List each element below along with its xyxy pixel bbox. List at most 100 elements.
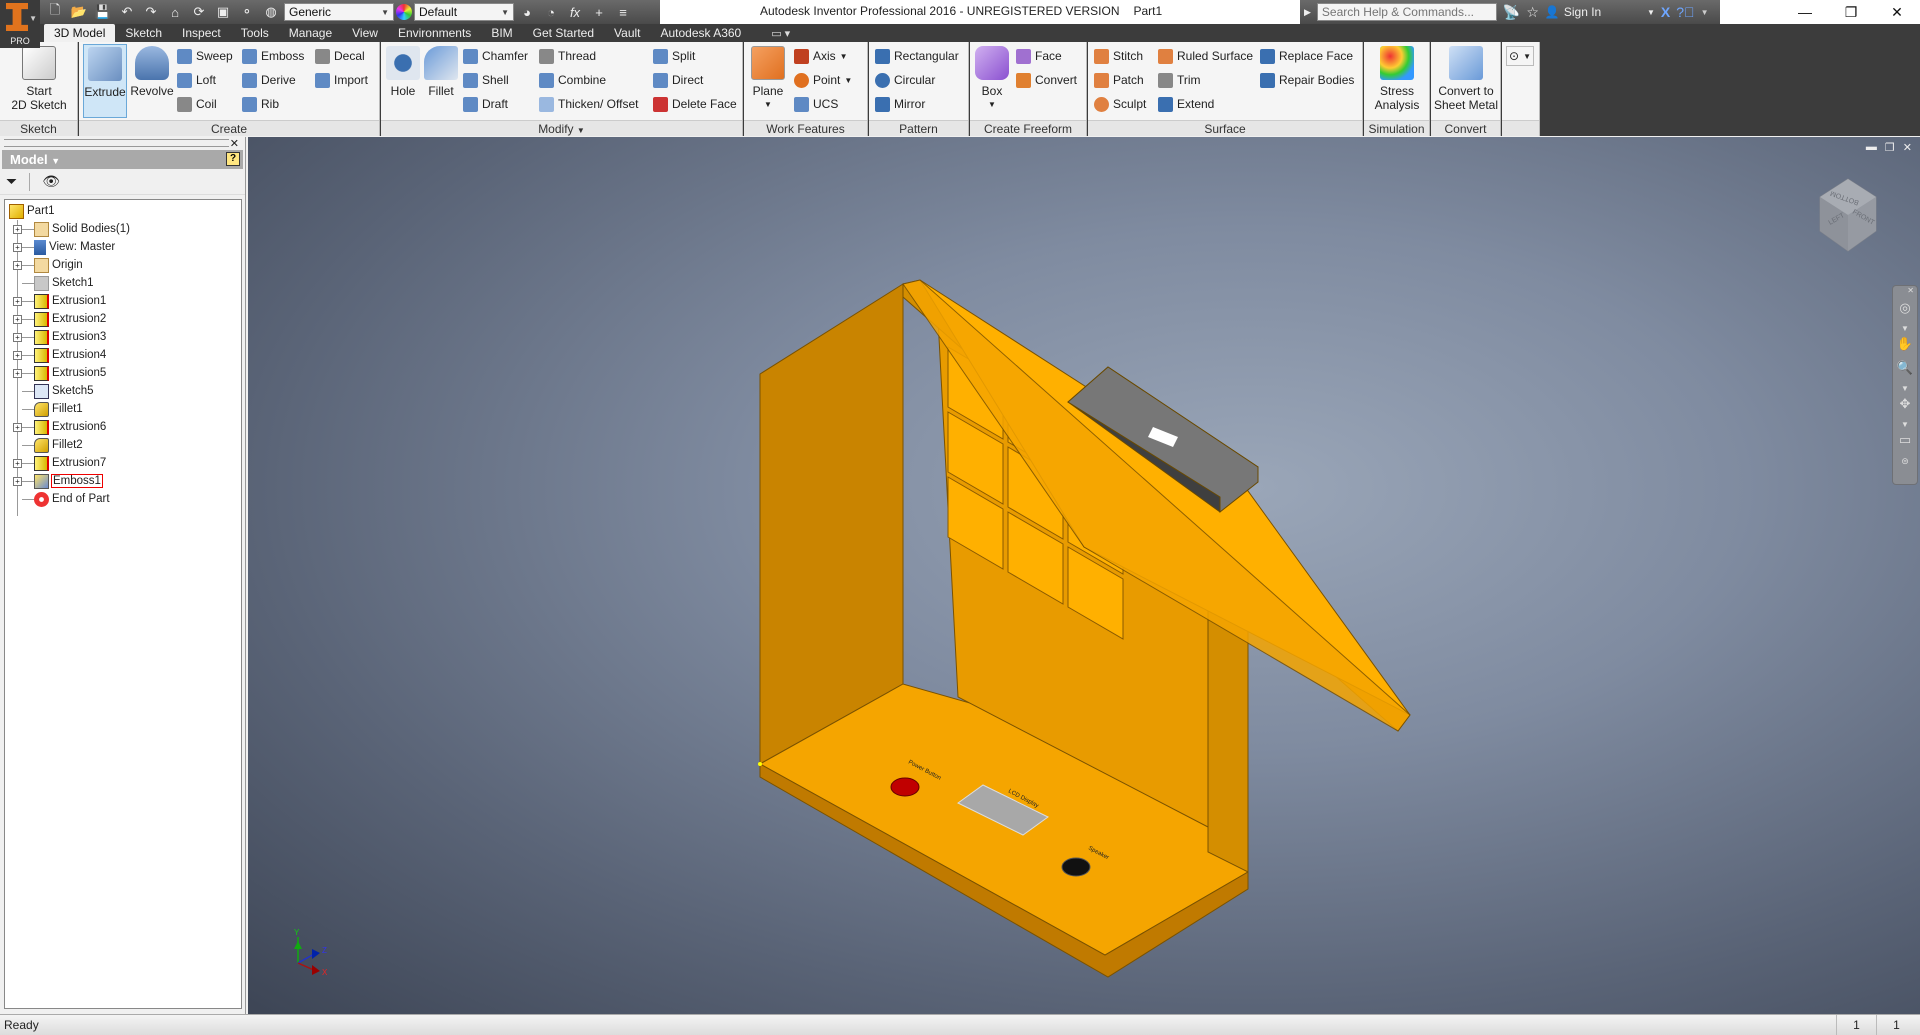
stress-analysis-button[interactable]: Stress Analysis	[1366, 44, 1428, 118]
expand-toggle-icon[interactable]: +	[13, 242, 22, 252]
tab-manage[interactable]: Manage	[279, 24, 342, 42]
shell-button[interactable]: Shell	[463, 70, 509, 90]
favorites-star-icon[interactable]: ☆	[1526, 4, 1539, 21]
clear-appearance-icon[interactable]: ◔	[540, 2, 562, 22]
orbit-icon[interactable]: ✥	[1893, 396, 1917, 420]
help-icon[interactable]: ?⃝	[1676, 4, 1694, 20]
adaptive-icon[interactable]: ⚬	[236, 2, 258, 22]
tree-item[interactable]: + Solid Bodies(1)	[5, 220, 241, 238]
thread-button[interactable]: Thread	[539, 46, 596, 66]
repair-bodies-button[interactable]: Repair Bodies	[1260, 70, 1354, 90]
chevron-down-icon[interactable]: ▼	[1893, 420, 1917, 432]
steering-wheel-icon[interactable]: ◎	[1893, 300, 1917, 324]
expand-toggle-icon[interactable]: +	[13, 296, 22, 306]
import-button[interactable]: Import	[315, 70, 368, 90]
tab-vault[interactable]: Vault	[604, 24, 650, 42]
ruled-surface-button[interactable]: Ruled Surface	[1158, 46, 1253, 66]
select-icon[interactable]: ▣	[212, 2, 234, 22]
tree-item[interactable]: + Emboss1	[5, 472, 241, 490]
extend-button[interactable]: Extend	[1158, 94, 1214, 114]
customize-qat-icon[interactable]: ≡	[612, 2, 634, 22]
direct-button[interactable]: Direct	[653, 70, 703, 90]
loft-button[interactable]: Loft	[177, 70, 216, 90]
view-cube[interactable]: LEFT FRONT BOTTOM	[1806, 175, 1890, 259]
tree-item[interactable]: Fillet2	[5, 436, 241, 454]
freeform-convert-button[interactable]: Convert	[1016, 70, 1077, 90]
tree-item[interactable]: + Extrusion5	[5, 364, 241, 382]
convert-sheet-metal-button[interactable]: Convert to Sheet Metal	[1433, 44, 1499, 118]
parameters-fx-icon[interactable]: fx	[564, 2, 586, 22]
tree-item[interactable]: + Extrusion6	[5, 418, 241, 436]
minimize-button[interactable]: —	[1782, 0, 1828, 24]
ucs-button[interactable]: UCS	[794, 94, 838, 114]
patch-button[interactable]: Patch	[1094, 70, 1144, 90]
help-icon[interactable]: ?	[226, 152, 240, 166]
panel-label-modify[interactable]: Modify ▼	[381, 120, 742, 136]
tree-item[interactable]: + Extrusion4	[5, 346, 241, 364]
emboss-button[interactable]: Emboss	[242, 46, 304, 66]
tab-bim[interactable]: BIM	[481, 24, 522, 42]
viewport-close-button[interactable]: ✕	[1903, 141, 1912, 154]
filter-icon[interactable]: ⏷	[6, 173, 17, 190]
new-file-icon[interactable]: 🗋	[44, 2, 66, 22]
expand-toggle-icon[interactable]: +	[13, 476, 22, 486]
freeform-box-button[interactable]: Box ▼	[974, 44, 1010, 118]
mirror-button[interactable]: Mirror	[875, 94, 925, 114]
sculpt-button[interactable]: Sculpt	[1094, 94, 1146, 114]
rectangular-pattern-button[interactable]: Rectangular	[875, 46, 959, 66]
delete-face-button[interactable]: Delete Face	[653, 94, 737, 114]
decal-button[interactable]: Decal	[315, 46, 365, 66]
hole-button[interactable]: Hole	[385, 44, 421, 118]
subscription-center-icon[interactable]: 📡	[1503, 4, 1520, 21]
tree-item[interactable]: End of Part	[5, 490, 241, 508]
sweep-button[interactable]: Sweep	[177, 46, 233, 66]
tab-inspect[interactable]: Inspect	[172, 24, 231, 42]
expand-toggle-icon[interactable]: +	[13, 458, 22, 468]
expand-toggle-icon[interactable]: +	[13, 314, 22, 324]
save-icon[interactable]: 💾	[92, 2, 114, 22]
pan-hand-icon[interactable]: ✋	[1893, 336, 1917, 360]
tab-3d-model[interactable]: 3D Model	[44, 24, 116, 42]
chevron-down-icon[interactable]: ▼	[1701, 8, 1709, 17]
expand-toggle-icon[interactable]: +	[13, 332, 22, 342]
expand-toggle-icon[interactable]: +	[13, 260, 22, 270]
plane-button[interactable]: Plane ▼	[748, 44, 788, 118]
tree-item[interactable]: + View: Master	[5, 238, 241, 256]
derive-button[interactable]: Derive	[242, 70, 296, 90]
sign-in-button[interactable]: 👤 Sign In ▼	[1545, 5, 1655, 19]
ribbon-display-toggle-icon[interactable]: ▭ ▾	[771, 27, 790, 40]
restore-button[interactable]: ❐	[1828, 0, 1874, 24]
tree-item[interactable]: Sketch1	[5, 274, 241, 292]
combine-button[interactable]: Combine	[539, 70, 606, 90]
stitch-button[interactable]: Stitch	[1094, 46, 1143, 66]
viewport-minimize-button[interactable]: ▬	[1866, 141, 1877, 154]
tree-item[interactable]: + Origin	[5, 256, 241, 274]
tree-item[interactable]: + Extrusion3	[5, 328, 241, 346]
exchange-apps-icon[interactable]: X	[1661, 4, 1670, 20]
fillet-button[interactable]: Fillet	[423, 44, 459, 118]
tab-sketch[interactable]: Sketch	[115, 24, 172, 42]
tab-get-started[interactable]: Get Started	[523, 24, 604, 42]
tab-autodesk-a360[interactable]: Autodesk A360	[651, 24, 752, 42]
replace-face-button[interactable]: Replace Face	[1260, 46, 1353, 66]
browser-header-dropdown[interactable]: Model ▼ ?	[2, 150, 243, 169]
tab-view[interactable]: View	[342, 24, 388, 42]
tree-item[interactable]: + Extrusion2	[5, 310, 241, 328]
graphics-viewport[interactable]: Power Button LCD Display Speaker ▬ ❐ ✕ L…	[248, 137, 1920, 1014]
update-icon[interactable]: ⟳	[188, 2, 210, 22]
close-button[interactable]: ✕	[1874, 0, 1920, 24]
thicken-offset-button[interactable]: Thicken/ Offset	[539, 94, 638, 114]
draft-button[interactable]: Draft	[463, 94, 508, 114]
chamfer-button[interactable]: Chamfer	[463, 46, 528, 66]
trim-button[interactable]: Trim	[1158, 70, 1201, 90]
tab-tools[interactable]: Tools	[231, 24, 279, 42]
point-button[interactable]: Point ▼	[794, 70, 852, 90]
tree-item[interactable]: + Extrusion7	[5, 454, 241, 472]
material-dropdown[interactable]: Generic ▼	[284, 3, 394, 21]
zoom-icon[interactable]: 🔍	[1893, 360, 1917, 384]
circular-pattern-button[interactable]: Circular	[875, 70, 935, 90]
revolve-button[interactable]: Revolve	[129, 44, 175, 118]
customize-navbar-icon[interactable]: ⊜	[1893, 456, 1917, 480]
tree-item[interactable]: Sketch5	[5, 382, 241, 400]
axis-button[interactable]: Axis ▼	[794, 46, 848, 66]
